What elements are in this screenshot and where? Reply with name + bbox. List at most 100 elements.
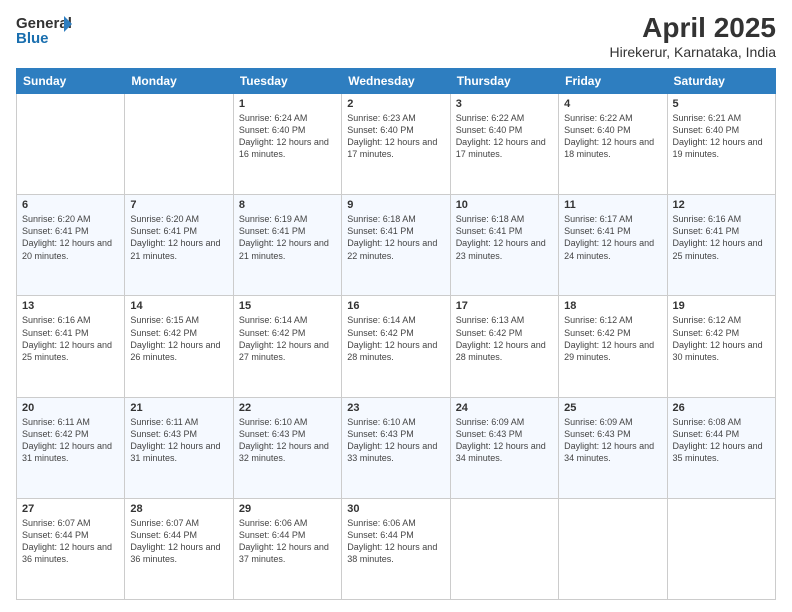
day-info: Sunrise: 6:16 AM Sunset: 6:41 PM Dayligh… (673, 213, 770, 262)
day-info: Sunrise: 6:17 AM Sunset: 6:41 PM Dayligh… (564, 213, 661, 262)
day-info: Sunrise: 6:12 AM Sunset: 6:42 PM Dayligh… (673, 314, 770, 363)
day-number: 5 (673, 98, 770, 110)
day-number: 4 (564, 98, 661, 110)
day-number: 17 (456, 300, 553, 312)
day-number: 16 (347, 300, 444, 312)
day-number: 21 (130, 402, 227, 414)
calendar-cell: 29Sunrise: 6:06 AM Sunset: 6:44 PM Dayli… (233, 498, 341, 599)
calendar-cell (125, 94, 233, 195)
calendar-cell: 12 Sunrise: 6:16 AM Sunset: 6:41 PM Dayli… (667, 195, 775, 296)
col-header-friday: Friday (559, 69, 667, 94)
day-number: 20 (22, 402, 119, 414)
day-info: Sunrise: 6:20 AM Sunset: 6:41 PM Dayligh… (130, 213, 227, 262)
day-number: 19 (673, 300, 770, 312)
calendar-cell: 14 Sunrise: 6:15 AM Sunset: 6:42 PM Dayli… (125, 296, 233, 397)
calendar-cell: 27 Sunrise: 6:07 AM Sunset: 6:44 PM Dayli… (17, 498, 125, 599)
calendar-cell: 5 Sunrise: 6:21 AM Sunset: 6:40 PM Daylig… (667, 94, 775, 195)
calendar-cell (559, 498, 667, 599)
calendar-cell (667, 498, 775, 599)
day-info: Sunrise: 6:14 AM Sunset: 6:42 PM Dayligh… (239, 314, 336, 363)
day-number: 22 (239, 402, 336, 414)
day-info: Sunrise: 6:13 AM Sunset: 6:42 PM Dayligh… (456, 314, 553, 363)
title-block: April 2025 Hirekerur, Karnataka, India (609, 12, 776, 60)
logo: GeneralBlue (16, 12, 76, 48)
calendar-cell: 15Sunrise: 6:14 AM Sunset: 6:42 PM Dayli… (233, 296, 341, 397)
day-info: Sunrise: 6:07 AM Sunset: 6:44 PM Dayligh… (22, 517, 119, 566)
day-number: 27 (22, 503, 119, 515)
calendar-cell: 4 Sunrise: 6:22 AM Sunset: 6:40 PM Daylig… (559, 94, 667, 195)
col-header-tuesday: Tuesday (233, 69, 341, 94)
day-info: Sunrise: 6:22 AM Sunset: 6:40 PM Dayligh… (564, 112, 661, 161)
calendar-cell: 21Sunrise: 6:11 AM Sunset: 6:43 PM Dayli… (125, 397, 233, 498)
day-info: Sunrise: 6:12 AM Sunset: 6:42 PM Dayligh… (564, 314, 661, 363)
calendar-cell: 19 Sunrise: 6:12 AM Sunset: 6:42 PM Dayli… (667, 296, 775, 397)
calendar-cell: 24 Sunrise: 6:09 AM Sunset: 6:43 PM Dayli… (450, 397, 558, 498)
calendar-cell: 11 Sunrise: 6:17 AM Sunset: 6:41 PM Dayli… (559, 195, 667, 296)
day-info: Sunrise: 6:11 AM Sunset: 6:42 PM Dayligh… (22, 416, 119, 465)
calendar-cell: 26 Sunrise: 6:08 AM Sunset: 6:44 PM Dayli… (667, 397, 775, 498)
day-number: 29 (239, 503, 336, 515)
calendar-cell: 23Sunrise: 6:10 AM Sunset: 6:43 PM Dayli… (342, 397, 450, 498)
day-number: 24 (456, 402, 553, 414)
day-number: 1 (239, 98, 336, 110)
day-info: Sunrise: 6:19 AM Sunset: 6:41 PM Dayligh… (239, 213, 336, 262)
col-header-sunday: Sunday (17, 69, 125, 94)
day-number: 23 (347, 402, 444, 414)
page: GeneralBlue April 2025 Hirekerur, Karnat… (0, 0, 792, 612)
calendar-cell: 28Sunrise: 6:07 AM Sunset: 6:44 PM Dayli… (125, 498, 233, 599)
day-info: Sunrise: 6:14 AM Sunset: 6:42 PM Dayligh… (347, 314, 444, 363)
day-number: 11 (564, 199, 661, 211)
calendar-cell: 16 Sunrise: 6:14 AM Sunset: 6:42 PM Dayli… (342, 296, 450, 397)
calendar-cell (17, 94, 125, 195)
calendar-cell: 9 Sunrise: 6:18 AM Sunset: 6:41 PM Daylig… (342, 195, 450, 296)
main-title: April 2025 (609, 12, 776, 44)
calendar-cell: 8 Sunrise: 6:19 AM Sunset: 6:41 PM Daylig… (233, 195, 341, 296)
day-info: Sunrise: 6:18 AM Sunset: 6:41 PM Dayligh… (347, 213, 444, 262)
calendar-cell: 17 Sunrise: 6:13 AM Sunset: 6:42 PM Dayli… (450, 296, 558, 397)
calendar-header-row: SundayMondayTuesdayWednesdayThursdayFrid… (17, 69, 776, 94)
day-info: Sunrise: 6:23 AM Sunset: 6:40 PM Dayligh… (347, 112, 444, 161)
day-number: 26 (673, 402, 770, 414)
col-header-saturday: Saturday (667, 69, 775, 94)
day-info: Sunrise: 6:22 AM Sunset: 6:40 PM Dayligh… (456, 112, 553, 161)
day-number: 6 (22, 199, 119, 211)
day-info: Sunrise: 6:21 AM Sunset: 6:40 PM Dayligh… (673, 112, 770, 161)
calendar-cell: 7 Sunrise: 6:20 AM Sunset: 6:41 PM Daylig… (125, 195, 233, 296)
day-info: Sunrise: 6:06 AM Sunset: 6:44 PM Dayligh… (347, 517, 444, 566)
day-info: Sunrise: 6:10 AM Sunset: 6:43 PM Dayligh… (239, 416, 336, 465)
day-info: Sunrise: 6:15 AM Sunset: 6:42 PM Dayligh… (130, 314, 227, 363)
day-number: 7 (130, 199, 227, 211)
day-number: 14 (130, 300, 227, 312)
calendar-week-5: 27 Sunrise: 6:07 AM Sunset: 6:44 PM Dayli… (17, 498, 776, 599)
day-number: 3 (456, 98, 553, 110)
day-number: 12 (673, 199, 770, 211)
calendar-cell: 3 Sunrise: 6:22 AM Sunset: 6:40 PM Daylig… (450, 94, 558, 195)
day-info: Sunrise: 6:20 AM Sunset: 6:41 PM Dayligh… (22, 213, 119, 262)
calendar-cell: 22 Sunrise: 6:10 AM Sunset: 6:43 PM Dayli… (233, 397, 341, 498)
calendar-cell: 10 Sunrise: 6:18 AM Sunset: 6:41 PM Dayli… (450, 195, 558, 296)
day-info: Sunrise: 6:07 AM Sunset: 6:44 PM Dayligh… (130, 517, 227, 566)
calendar-cell: 1Sunrise: 6:24 AM Sunset: 6:40 PM Daylig… (233, 94, 341, 195)
col-header-thursday: Thursday (450, 69, 558, 94)
day-number: 25 (564, 402, 661, 414)
calendar-cell: 18Sunrise: 6:12 AM Sunset: 6:42 PM Dayli… (559, 296, 667, 397)
calendar-table: SundayMondayTuesdayWednesdayThursdayFrid… (16, 68, 776, 600)
calendar-cell: 25 Sunrise: 6:09 AM Sunset: 6:43 PM Dayli… (559, 397, 667, 498)
day-info: Sunrise: 6:16 AM Sunset: 6:41 PM Dayligh… (22, 314, 119, 363)
calendar-cell: 13Sunrise: 6:16 AM Sunset: 6:41 PM Dayli… (17, 296, 125, 397)
col-header-monday: Monday (125, 69, 233, 94)
day-info: Sunrise: 6:08 AM Sunset: 6:44 PM Dayligh… (673, 416, 770, 465)
day-number: 2 (347, 98, 444, 110)
calendar-cell: 20 Sunrise: 6:11 AM Sunset: 6:42 PM Dayli… (17, 397, 125, 498)
day-info: Sunrise: 6:18 AM Sunset: 6:41 PM Dayligh… (456, 213, 553, 262)
day-number: 9 (347, 199, 444, 211)
logo-svg: GeneralBlue (16, 12, 76, 48)
calendar-week-4: 20 Sunrise: 6:11 AM Sunset: 6:42 PM Dayli… (17, 397, 776, 498)
day-info: Sunrise: 6:09 AM Sunset: 6:43 PM Dayligh… (456, 416, 553, 465)
day-number: 30 (347, 503, 444, 515)
day-info: Sunrise: 6:09 AM Sunset: 6:43 PM Dayligh… (564, 416, 661, 465)
calendar-week-2: 6 Sunrise: 6:20 AM Sunset: 6:41 PM Daylig… (17, 195, 776, 296)
day-number: 8 (239, 199, 336, 211)
calendar-week-1: 1Sunrise: 6:24 AM Sunset: 6:40 PM Daylig… (17, 94, 776, 195)
day-number: 10 (456, 199, 553, 211)
